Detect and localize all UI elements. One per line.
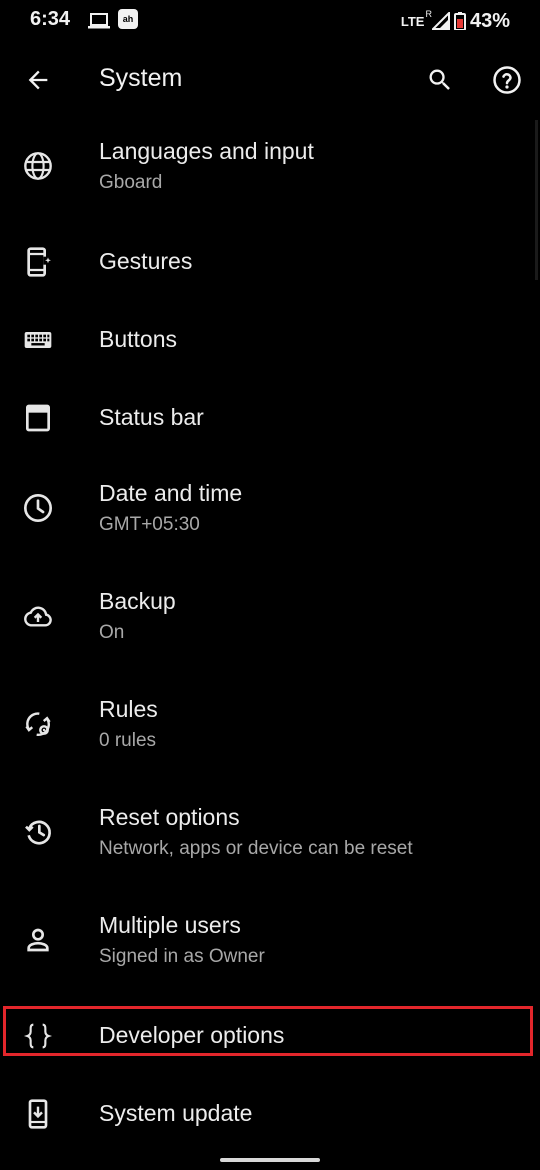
item-title: Buttons (99, 326, 177, 352)
search-icon (426, 66, 454, 94)
back-button[interactable] (20, 62, 56, 98)
laptop-icon (88, 11, 110, 31)
gestures-phone-icon (20, 244, 56, 280)
app-bar: System (0, 44, 540, 116)
list-item-languages-and-input[interactable]: Languages and input Gboard (0, 116, 540, 224)
help-icon (492, 65, 522, 95)
restore-icon (20, 814, 56, 850)
item-title: Date and time (99, 480, 243, 506)
item-title: Developer options (99, 1022, 285, 1048)
item-title: Status bar (99, 404, 204, 430)
system-update-icon (20, 1096, 56, 1132)
item-title: Multiple users (99, 912, 241, 938)
item-subtitle: 0 rules (99, 730, 157, 751)
person-icon (20, 922, 56, 958)
globe-icon (20, 148, 56, 184)
list-item-status-bar[interactable]: Status bar (0, 380, 540, 458)
keyboard-icon (20, 322, 56, 358)
item-subtitle: Network, apps or device can be reset (99, 838, 413, 859)
list-item-buttons[interactable]: Buttons (0, 302, 540, 380)
item-subtitle: GMT+05:30 (99, 514, 200, 535)
item-subtitle: Signed in as Owner (99, 946, 265, 967)
battery-icon (453, 12, 466, 30)
page-title: System (99, 64, 183, 92)
cloud-upload-icon (20, 598, 56, 634)
item-title: Backup (99, 588, 176, 614)
battery-percent: 43% (469, 9, 510, 32)
list-item-developer-options[interactable]: Developer options (0, 998, 540, 1076)
signal-icon (431, 12, 450, 30)
list-item-rules[interactable]: Rules 0 rules (0, 674, 540, 782)
item-title: Rules (99, 696, 158, 722)
item-title: System update (99, 1100, 253, 1126)
item-subtitle: Gboard (99, 172, 163, 193)
rules-icon (20, 706, 56, 742)
list-item-date-and-time[interactable]: Date and time GMT+05:30 (0, 458, 540, 566)
list-item-gestures[interactable]: Gestures (0, 224, 540, 302)
list-item-system-update[interactable]: System update (0, 1076, 540, 1154)
list-item-multiple-users[interactable]: Multiple users Signed in as Owner (0, 890, 540, 998)
status-indicators: LTE R 43% (401, 8, 510, 34)
status-bar: 6:34 ah LTE R 43% (0, 0, 540, 44)
gesture-navigation-handle[interactable] (220, 1158, 320, 1162)
network-type: LTE (400, 13, 425, 29)
item-title: Gestures (99, 248, 193, 274)
search-button[interactable] (422, 62, 458, 98)
settings-list: Languages and input Gboard Gestures Butt… (0, 116, 540, 1154)
help-button[interactable] (489, 62, 525, 98)
list-item-reset-options[interactable]: Reset options Network, apps or device ca… (0, 782, 540, 890)
braces-icon (20, 1018, 56, 1054)
status-bar-icon (20, 400, 56, 436)
item-title: Languages and input (99, 138, 314, 164)
clock-icon (20, 490, 56, 526)
list-item-backup[interactable]: Backup On (0, 566, 540, 674)
back-arrow-icon (24, 66, 52, 94)
item-title: Reset options (99, 804, 240, 830)
status-time: 6:34 (30, 8, 71, 30)
app-notification-icon: ah (118, 9, 138, 29)
item-subtitle: On (99, 622, 125, 643)
